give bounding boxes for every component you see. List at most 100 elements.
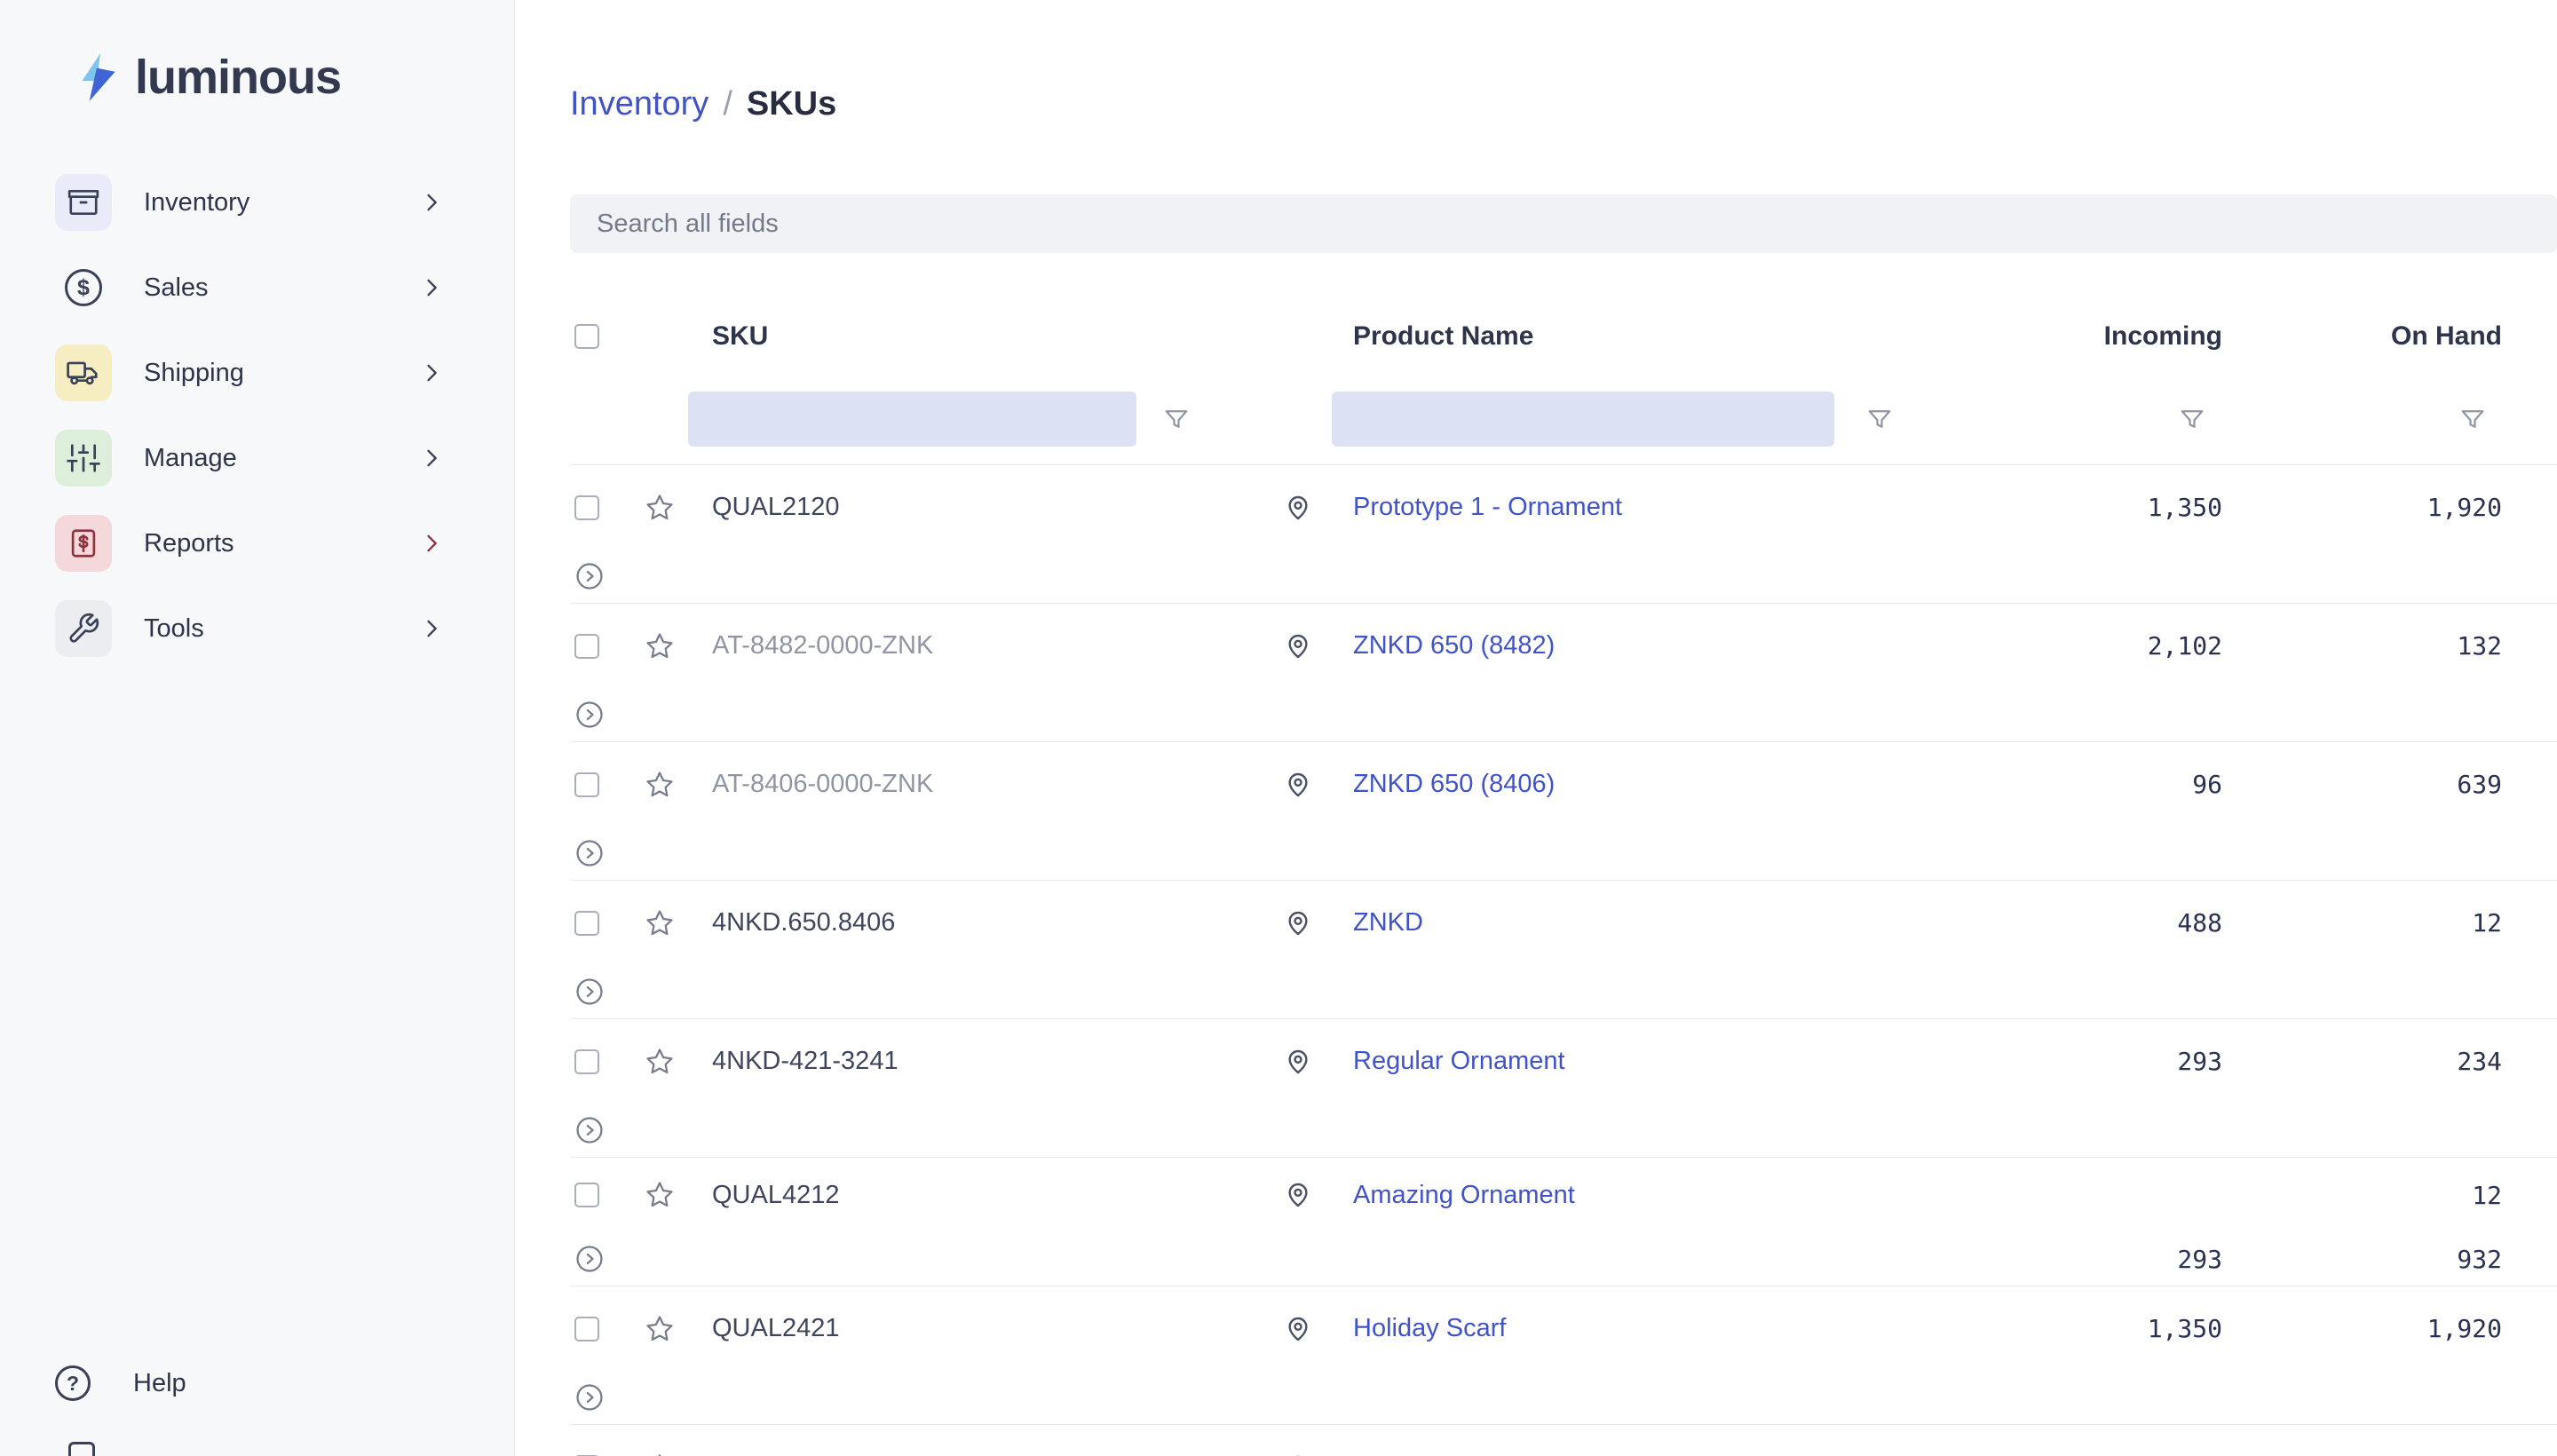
sku-cell: 4NKD-421-3241 xyxy=(712,1047,899,1075)
column-header-on-hand[interactable]: On Hand xyxy=(2277,321,2557,352)
dollar-circle-icon: $ xyxy=(55,259,112,316)
search-input[interactable] xyxy=(570,194,2557,253)
sku-filter-input[interactable] xyxy=(688,392,1136,447)
row-checkbox[interactable] xyxy=(574,1049,599,1074)
product-link[interactable]: ZNKD 650 (8482) xyxy=(1353,631,1555,660)
star-icon[interactable] xyxy=(645,1452,675,1456)
star-icon[interactable] xyxy=(645,1180,675,1210)
incoming-filter-icon[interactable] xyxy=(2179,406,2205,432)
chevron-right-icon xyxy=(418,189,445,216)
sku-cell: QUAL2120 xyxy=(712,493,840,521)
sku-filter-icon[interactable] xyxy=(1163,406,1190,432)
row-checkbox[interactable] xyxy=(574,911,599,936)
product-link[interactable]: ZNKD 650 (8406) xyxy=(1353,770,1555,798)
star-icon[interactable] xyxy=(645,631,675,661)
incoming-cell: 1,350 xyxy=(1984,1314,2277,1343)
product-name-filter-input[interactable] xyxy=(1332,392,1834,447)
incoming-cell: 96 xyxy=(1984,770,2277,799)
onhand-cell: 234 xyxy=(2277,1047,2557,1076)
table-row: AT-8406-0000-ZNK ZNKD 650 (8406) 96 639 xyxy=(570,742,2557,881)
product-link[interactable]: Holiday Wreath xyxy=(1353,1452,1529,1456)
expand-row-icon[interactable] xyxy=(574,977,605,1007)
brand-logo[interactable]: luminous xyxy=(0,0,514,105)
sku-cell: QUAL4212 xyxy=(712,1181,840,1209)
sidebar-item-sales[interactable]: $ Sales xyxy=(0,245,514,330)
breadcrumb-separator: / xyxy=(723,85,732,123)
incoming-cell: 1,350 xyxy=(1984,493,2277,522)
location-pin-icon xyxy=(1284,909,1312,938)
column-header-product-name[interactable]: Product Name xyxy=(1353,321,1984,352)
sidebar-item-label: Shipping xyxy=(144,359,418,388)
onhand-cell: 12 xyxy=(2277,908,2557,938)
breadcrumb-inventory-link[interactable]: Inventory xyxy=(570,85,709,123)
star-icon[interactable] xyxy=(645,770,675,800)
expand-row-icon[interactable] xyxy=(574,1115,605,1145)
onhand-filter-icon[interactable] xyxy=(2459,406,2486,432)
sidebar-item-shipping[interactable]: Shipping xyxy=(0,330,514,415)
sku-cell: 4NKD.650.8406 xyxy=(712,908,895,937)
expand-row-icon[interactable] xyxy=(574,1244,605,1274)
onhand-cell: 1,920 xyxy=(2277,493,2557,522)
incoming-cell: 2,102 xyxy=(1984,1452,2277,1456)
table-body: QUAL2120 Prototype 1 - Ornament 1,350 1,… xyxy=(570,464,2557,1456)
sidebar-item-label: Inventory xyxy=(144,188,418,218)
box-icon xyxy=(55,174,112,231)
select-all-checkbox[interactable] xyxy=(574,324,599,349)
sidebar-item-label: Reports xyxy=(144,529,418,558)
sidebar-item-tools[interactable]: Tools xyxy=(0,586,514,671)
sku-cell: AT-8406-0000-ZNK xyxy=(712,770,933,798)
expand-row-icon[interactable] xyxy=(574,700,605,730)
table-row: QUAL2421 Holiday Scarf 1,350 1,920 xyxy=(570,1286,2557,1425)
sub-onhand-cell: 932 xyxy=(2277,1245,2557,1274)
product-link[interactable]: Prototype 1 - Ornament xyxy=(1353,493,1622,521)
product-link[interactable]: ZNKD xyxy=(1353,908,1423,937)
expand-row-icon[interactable] xyxy=(574,561,605,591)
product-link[interactable]: Holiday Scarf xyxy=(1353,1314,1506,1342)
app-root: luminous Inventory $ Sales Shipping Mana… xyxy=(0,0,2557,1456)
row-checkbox[interactable] xyxy=(574,495,599,520)
brand-name: luminous xyxy=(135,50,341,105)
table-filter-row xyxy=(570,374,2557,464)
chevron-right-icon xyxy=(418,615,445,642)
row-checkbox[interactable] xyxy=(574,1183,599,1207)
search-bar xyxy=(570,194,2557,253)
expand-row-icon[interactable] xyxy=(574,1382,605,1412)
table-header: SKU Product Name Incoming On Hand xyxy=(570,299,2557,374)
sub-incoming-cell: 293 xyxy=(1984,1245,2277,1274)
sidebar-nav: Inventory $ Sales Shipping Manage Report… xyxy=(0,160,514,671)
product-link[interactable]: Amazing Ornament xyxy=(1353,1181,1575,1209)
location-pin-icon xyxy=(1284,494,1312,522)
row-checkbox[interactable] xyxy=(574,772,599,797)
onhand-cell: 1,920 xyxy=(2277,1314,2557,1343)
expand-row-icon[interactable] xyxy=(574,838,605,868)
sidebar-item-help[interactable]: ? Help xyxy=(0,1341,514,1426)
star-icon[interactable] xyxy=(645,908,675,938)
location-pin-icon xyxy=(1284,1315,1312,1343)
star-icon[interactable] xyxy=(645,1047,675,1077)
sidebar-item-label: Manage xyxy=(144,444,418,473)
sidebar-bottom-partial-icon[interactable] xyxy=(68,1442,95,1456)
sidebar-item-reports[interactable]: Reports xyxy=(0,501,514,586)
incoming-cell: 293 xyxy=(1984,1047,2277,1076)
column-header-incoming[interactable]: Incoming xyxy=(1984,321,2277,352)
column-header-sku[interactable]: SKU xyxy=(712,321,1282,352)
sidebar: luminous Inventory $ Sales Shipping Mana… xyxy=(0,0,515,1456)
table-row: QUAL4212 Amazing Ornament 12 293 932 xyxy=(570,1158,2557,1286)
table-row: AT-8482-0000-ZNK ZNKD 650 (8482) 2,102 1… xyxy=(570,604,2557,742)
row-checkbox[interactable] xyxy=(574,1317,599,1341)
sliders-icon xyxy=(55,430,112,487)
star-icon[interactable] xyxy=(645,1314,675,1344)
wrench-icon xyxy=(55,600,112,657)
incoming-cell: 488 xyxy=(1984,908,2277,938)
incoming-cell: 2,102 xyxy=(1984,631,2277,661)
location-pin-icon xyxy=(1284,1181,1312,1209)
sidebar-item-inventory[interactable]: Inventory xyxy=(0,160,514,245)
sidebar-item-manage[interactable]: Manage xyxy=(0,415,514,501)
star-icon[interactable] xyxy=(645,493,675,523)
help-icon: ? xyxy=(55,1365,91,1401)
product-name-filter-icon[interactable] xyxy=(1866,406,1893,432)
product-link[interactable]: Regular Ornament xyxy=(1353,1047,1565,1075)
sku-cell: AT-8482-0000-ZNK xyxy=(712,631,933,660)
sidebar-item-label: Sales xyxy=(144,273,418,303)
row-checkbox[interactable] xyxy=(574,634,599,659)
